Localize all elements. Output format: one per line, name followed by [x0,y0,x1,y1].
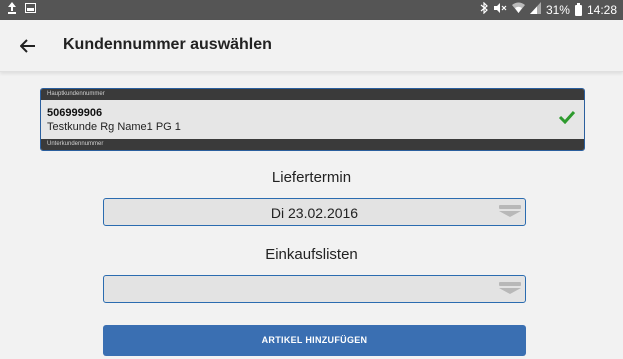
shopping-lists-label: Einkaufslisten [265,246,358,263]
main-customer-label: Hauptkundennummer [41,89,584,100]
page-title: Kundennummer auswählen [63,36,272,53]
dropdown-arrow-icon [499,205,521,218]
add-article-button[interactable]: ARTIKEL HINZUFÜGEN [103,325,526,356]
status-bar-right: 31% 14:28 [480,1,617,18]
status-time: 14:28 [586,3,617,17]
status-bar: 31% 14:28 [0,0,623,20]
battery-icon [574,2,582,16]
signal-icon [529,2,541,18]
wifi-icon [511,2,525,18]
arrow-left-icon[interactable] [16,34,40,58]
upload-icon [7,2,17,18]
delivery-date-value: Di 23.02.2016 [270,205,359,221]
battery-percent: 31% [545,3,570,17]
bluetooth-icon [480,1,488,18]
delivery-date-select[interactable]: Di 23.02.2016 [103,198,526,226]
checkmark-icon [558,110,576,129]
app-bar: Kundennummer auswählen [0,20,623,72]
customer-name: Testkunde Rg Name1 PG 1 [47,121,181,133]
status-bar-left [7,2,36,18]
shopping-lists-select[interactable] [103,275,526,303]
image-icon [25,3,36,17]
dropdown-arrow-icon [499,282,521,295]
customer-selector[interactable]: Hauptkundennummer 506999906 Testkunde Rg… [40,88,585,151]
customer-number: 506999906 [47,107,103,119]
mute-icon [493,2,507,18]
sub-customer-label: Unterkundennummer [41,139,584,150]
delivery-date-label: Liefertermin [271,169,352,186]
